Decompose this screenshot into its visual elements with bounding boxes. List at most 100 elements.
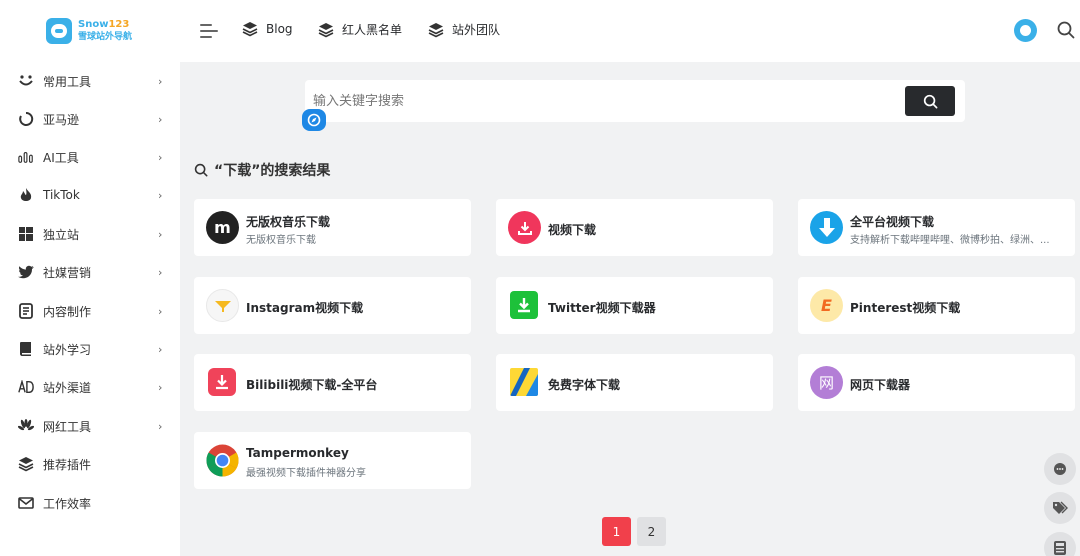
site-logo[interactable]: Snow123 雪球站外导航: [46, 18, 132, 44]
topnav-label: Blog: [266, 22, 293, 36]
logo-text: Snow123 雪球站外导航: [78, 19, 132, 43]
card-title: 视频下载: [548, 223, 597, 237]
sidebar-item-influencer-tools[interactable]: 网红工具 ›: [0, 407, 180, 445]
topnav-blacklist[interactable]: 红人黑名单: [318, 21, 402, 38]
sidebar-item-label: 内容制作: [43, 304, 92, 319]
card-title: 网页下载器: [850, 378, 911, 392]
sidebar-item-label: 网红工具: [43, 419, 92, 434]
result-card[interactable]: Bilibili视频下载-全平台: [194, 354, 471, 411]
chevron-right-icon: ›: [158, 112, 163, 126]
page-button-1[interactable]: 1: [602, 517, 631, 546]
search-box: [305, 80, 965, 122]
results-heading: “下载”的搜索结果: [194, 160, 330, 180]
card-title: 免费字体下载: [548, 378, 621, 392]
result-card[interactable]: 免费字体下载: [496, 354, 773, 411]
layers-icon: [318, 22, 334, 37]
menu-toggle-button[interactable]: [200, 24, 218, 38]
card-desc: 最强视频下载插件神器分享: [246, 468, 366, 479]
sidebar-item-productivity[interactable]: 工作效率: [0, 484, 180, 522]
sidebar-item-recommended-plugins[interactable]: 推荐插件: [0, 445, 180, 483]
result-card[interactable]: 视频下载: [496, 199, 773, 256]
result-card[interactable]: Instagram视频下载: [194, 277, 471, 334]
document-icon: [18, 303, 34, 319]
layers-icon: [242, 22, 258, 37]
search-input[interactable]: [313, 88, 893, 114]
layers-icon: [18, 456, 34, 472]
smile-icon: [18, 73, 34, 89]
sidebar-item-social-marketing[interactable]: 社媒营销 ›: [0, 253, 180, 291]
sidebar-item-offsite-learning[interactable]: 站外学习 ›: [0, 330, 180, 368]
topnav-label: 站外团队: [452, 23, 501, 37]
results-heading-text: “下载”的搜索结果: [214, 163, 331, 179]
video-download-icon: [508, 211, 541, 244]
sidebar-item-label: 独立站: [43, 227, 80, 242]
sidebar-item-amazon[interactable]: 亚马逊 ›: [0, 100, 180, 138]
sidebar-item-label: 站外渠道: [43, 380, 92, 395]
chevron-right-icon: ›: [158, 150, 163, 164]
search-icon: [923, 94, 937, 108]
sidebar-item-label: 社媒营销: [43, 265, 92, 280]
topnav-blog[interactable]: Blog: [242, 21, 293, 37]
sidebar-item-label: 亚马逊: [43, 112, 80, 127]
tags-icon: [1053, 501, 1068, 514]
bilibili-download-icon: [208, 368, 236, 396]
chat-button[interactable]: [1044, 453, 1076, 485]
result-card[interactable]: Tampermonkey 最强视频下载插件神器分享: [194, 432, 471, 489]
chevron-right-icon: ›: [158, 188, 163, 202]
instagram-funnel-icon: [206, 289, 239, 322]
ai-bars-icon: [18, 149, 34, 165]
search-button[interactable]: [905, 86, 955, 116]
green-download-icon: [510, 291, 538, 319]
card-title: Bilibili视频下载-全平台: [246, 378, 378, 392]
page-button-2[interactable]: 2: [637, 517, 666, 546]
twitter-icon: [18, 264, 34, 280]
chevron-right-icon: ›: [158, 342, 163, 356]
download-arrow-icon: [810, 211, 843, 244]
sidebar-item-label: 站外学习: [43, 342, 92, 357]
sidebar-item-label: AI工具: [43, 150, 79, 165]
result-card[interactable]: 网 网页下载器: [798, 354, 1075, 411]
sidebar-item-ai-tools[interactable]: AI工具 ›: [0, 138, 180, 176]
chevron-right-icon: ›: [158, 227, 163, 241]
font-logo-icon: [510, 368, 538, 396]
result-card[interactable]: E Pinterest视频下载: [798, 277, 1075, 334]
header: Snow123 雪球站外导航 Blog 红人黑名单 站外团队: [0, 0, 1080, 62]
sidebar-item-standalone-site[interactable]: 独立站 ›: [0, 215, 180, 253]
e-logo-icon: E: [810, 289, 843, 322]
user-avatar[interactable]: [1014, 19, 1037, 42]
card-desc: 无版权音乐下载: [246, 235, 316, 246]
header-search-icon[interactable]: [1057, 21, 1075, 43]
sidebar-item-label: 常用工具: [43, 74, 92, 89]
huawei-icon: [18, 418, 34, 434]
logo-line1: Snow: [78, 19, 109, 30]
sidebar-item-label: 推荐插件: [43, 457, 92, 472]
sidebar-item-offsite-channels[interactable]: 站外渠道 ›: [0, 368, 180, 406]
chevron-right-icon: ›: [158, 265, 163, 279]
sidebar-item-label: 工作效率: [43, 496, 92, 511]
search-engine-switch[interactable]: [302, 109, 326, 131]
tags-button[interactable]: [1044, 492, 1076, 524]
card-title: 无版权音乐下载: [246, 215, 331, 229]
sidebar-item-content-creation[interactable]: 内容制作 ›: [0, 292, 180, 330]
sidebar-item-tiktok[interactable]: TikTok ›: [0, 176, 180, 214]
ad-icon: [18, 379, 34, 395]
m-logo-icon: m: [206, 211, 239, 244]
result-card[interactable]: m 无版权音乐下载 无版权音乐下载: [194, 199, 471, 256]
chevron-right-icon: ›: [158, 419, 163, 433]
result-card[interactable]: 全平台视频下载 支持解析下载哔哩哔哩、微博秒拍、绿洲、...: [798, 199, 1075, 256]
sidebar-item-common-tools[interactable]: 常用工具 ›: [0, 62, 180, 100]
card-title: Instagram视频下载: [246, 301, 364, 315]
more-button[interactable]: [1044, 532, 1076, 556]
chevron-right-icon: ›: [158, 74, 163, 88]
compass-icon: [307, 113, 321, 127]
card-title: Twitter视频下载器: [548, 301, 656, 315]
topnav-label: 红人黑名单: [342, 23, 403, 37]
card-title: Pinterest视频下载: [850, 301, 961, 315]
logo-line2: 雪球站外导航: [78, 32, 133, 42]
chat-bubble-icon: [1054, 463, 1066, 475]
result-card[interactable]: Twitter视频下载器: [496, 277, 773, 334]
topnav-team[interactable]: 站外团队: [428, 21, 500, 38]
search-icon: [194, 163, 208, 177]
sidebar: 常用工具 › 亚马逊 › AI工具 › TikTok › 独立站 › 社媒营销 …: [0, 62, 180, 556]
flame-icon: [18, 187, 34, 203]
